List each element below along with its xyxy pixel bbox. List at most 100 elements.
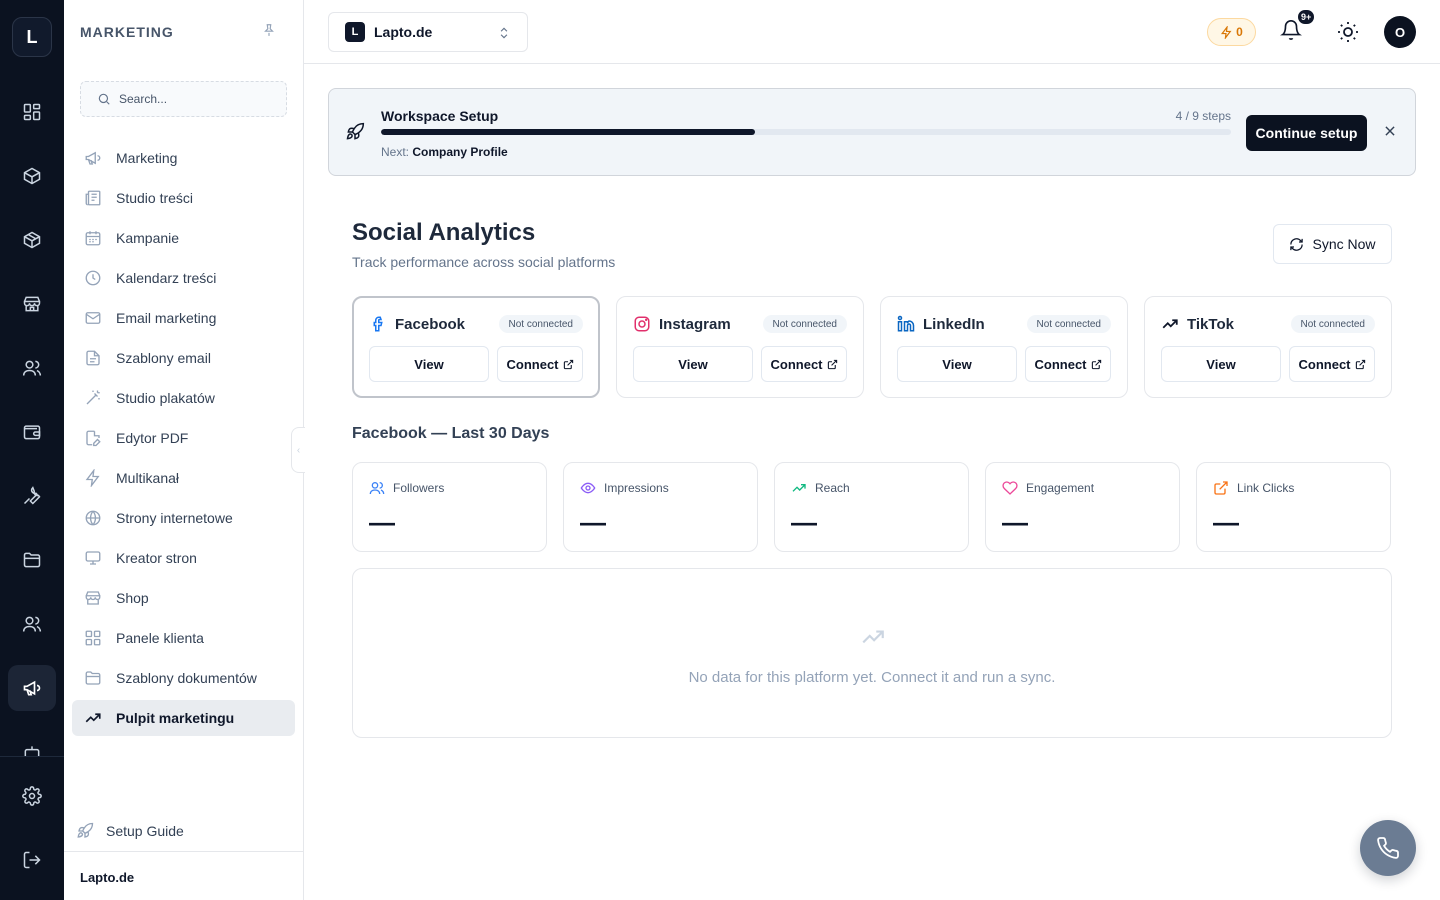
workspace-select[interactable]: L Lapto.de xyxy=(328,12,528,52)
sidebar-search[interactable] xyxy=(80,81,287,117)
status-badge: Not connected xyxy=(498,315,583,333)
sidebar-item-studio-plakatow[interactable]: Studio plakatów xyxy=(72,380,295,416)
store-icon[interactable] xyxy=(8,281,56,327)
connect-button[interactable]: Connect xyxy=(761,346,847,382)
connect-label: Connect xyxy=(506,356,559,372)
view-button[interactable]: View xyxy=(369,346,489,382)
platform-card-linkedin[interactable]: LinkedIn Not connected View Connect xyxy=(880,296,1128,398)
sidebar-item-shop[interactable]: Shop xyxy=(72,580,295,616)
close-icon[interactable] xyxy=(1383,124,1397,138)
platform-name: TikTok xyxy=(1187,315,1234,333)
connect-button[interactable]: Connect xyxy=(1025,346,1111,382)
sidebar-item-marketing[interactable]: Marketing xyxy=(72,140,295,176)
metric-card-followers: Followers — xyxy=(352,462,547,552)
next-label: Next: xyxy=(381,145,410,159)
metric-value: — xyxy=(1213,507,1239,537)
sidebar-item-pulpit-marketingu[interactable]: Pulpit marketingu xyxy=(72,700,295,736)
banner-next-step: Next: Company Profile xyxy=(381,145,508,159)
collapse-sidebar-handle[interactable]: ‹ xyxy=(291,427,305,473)
status-badge: Not connected xyxy=(762,315,847,333)
zap-icon xyxy=(85,469,100,487)
linkedin-icon xyxy=(897,315,915,332)
platform-name: Facebook xyxy=(395,315,466,333)
avatar[interactable]: O xyxy=(1384,16,1416,48)
sidebar-item-kampanie[interactable]: Kampanie xyxy=(72,220,295,256)
sync-now-button[interactable]: Sync Now xyxy=(1273,224,1392,264)
box-icon[interactable] xyxy=(8,153,56,199)
sun-icon[interactable] xyxy=(1336,20,1360,44)
team-icon[interactable] xyxy=(8,601,56,647)
clock-icon xyxy=(85,270,101,286)
sidebar-item-szablony-dokumentow[interactable]: Szablony dokumentów xyxy=(72,660,295,696)
view-button[interactable]: View xyxy=(897,346,1017,382)
sidebar-item-label: Kampanie xyxy=(116,230,180,246)
metric-cards: Followers — Impressions — Reach — Engage… xyxy=(352,462,1392,552)
external-link-icon xyxy=(563,359,573,369)
sidebar-item-multikanal[interactable]: Multikanał xyxy=(72,460,295,496)
users-icon[interactable] xyxy=(8,345,56,391)
platform-card-tiktok[interactable]: TikTok Not connected View Connect xyxy=(1144,296,1392,398)
connect-label: Connect xyxy=(1298,356,1351,372)
platform-card-facebook[interactable]: Facebook Not connected View Connect xyxy=(352,296,600,398)
folder-icon[interactable] xyxy=(8,537,56,583)
search-input[interactable] xyxy=(119,92,279,106)
connect-label: Connect xyxy=(1034,356,1087,372)
next-value: Company Profile xyxy=(412,145,508,159)
trending-up-icon xyxy=(85,713,101,723)
continue-setup-button[interactable]: Continue setup xyxy=(1246,115,1367,151)
search-icon xyxy=(98,93,110,105)
credits-count: 0 xyxy=(1236,25,1243,39)
setup-guide-label: Setup Guide xyxy=(106,823,184,839)
workspace-setup-banner: Workspace Setup 4 / 9 steps Next: Compan… xyxy=(328,88,1416,176)
connect-button[interactable]: Connect xyxy=(497,346,583,382)
metric-value: — xyxy=(1002,507,1028,537)
sidebar-item-kalendarz-tresci[interactable]: Kalendarz treści xyxy=(72,260,295,296)
wrench-icon[interactable] xyxy=(8,473,56,519)
rail-divider xyxy=(0,756,64,757)
sidebar-item-label: Strony internetowe xyxy=(116,510,233,526)
banner-title: Workspace Setup xyxy=(381,108,499,124)
credits-badge[interactable]: 0 xyxy=(1207,18,1256,46)
workspace-name: Lapto.de xyxy=(374,24,433,40)
page-subtitle: Track performance across social platform… xyxy=(352,254,616,270)
sidebar-item-szablony-email[interactable]: Szablony email xyxy=(72,340,295,376)
platform-card-instagram[interactable]: Instagram Not connected View Connect xyxy=(616,296,864,398)
setup-guide-link[interactable]: Setup Guide xyxy=(76,822,184,840)
sidebar-item-email-marketing[interactable]: Email marketing xyxy=(72,300,295,336)
sidebar-item-studio-tresci[interactable]: Studio treści xyxy=(72,180,295,216)
file-edit-icon xyxy=(86,430,101,447)
monitor-icon xyxy=(85,551,101,565)
metric-label: Link Clicks xyxy=(1237,481,1295,495)
metric-card-impressions: Impressions — xyxy=(563,462,758,552)
sidebar-item-kreator-stron[interactable]: Kreator stron xyxy=(72,540,295,576)
phone-icon[interactable] xyxy=(1360,820,1416,876)
metric-card-engagement: Engagement — xyxy=(985,462,1180,552)
sidebar-item-edytor-pdf[interactable]: Edytor PDF xyxy=(72,420,295,456)
package-icon[interactable] xyxy=(8,217,56,263)
external-link-icon xyxy=(1091,359,1101,369)
pin-icon[interactable] xyxy=(262,23,276,37)
sidebar-item-panele-klienta[interactable]: Panele klienta xyxy=(72,620,295,656)
sidebar-item-strony-internetowe[interactable]: Strony internetowe xyxy=(72,500,295,536)
robot-icon[interactable] xyxy=(8,729,56,756)
sidebar-item-label: Panele klienta xyxy=(116,630,204,646)
rocket-icon xyxy=(77,822,94,838)
mail-icon xyxy=(85,312,101,324)
empty-state-panel: No data for this platform yet. Connect i… xyxy=(352,568,1392,738)
settings-icon[interactable] xyxy=(8,773,56,819)
wallet-icon[interactable] xyxy=(8,409,56,455)
heart-icon xyxy=(1002,481,1018,495)
logout-icon[interactable] xyxy=(8,837,56,883)
connect-button[interactable]: Connect xyxy=(1289,346,1375,382)
eye-icon xyxy=(580,482,596,494)
grid-icon[interactable] xyxy=(8,89,56,135)
app-logo[interactable]: L xyxy=(12,17,52,57)
external-link-icon xyxy=(1355,359,1365,369)
view-button[interactable]: View xyxy=(1161,346,1281,382)
view-button[interactable]: View xyxy=(633,346,753,382)
setup-progress-bar xyxy=(381,129,1231,135)
platform-name: LinkedIn xyxy=(923,315,985,333)
megaphone-icon[interactable] xyxy=(8,665,56,711)
metric-label: Impressions xyxy=(604,481,669,495)
sidebar-footer-workspace: Lapto.de xyxy=(64,851,303,900)
